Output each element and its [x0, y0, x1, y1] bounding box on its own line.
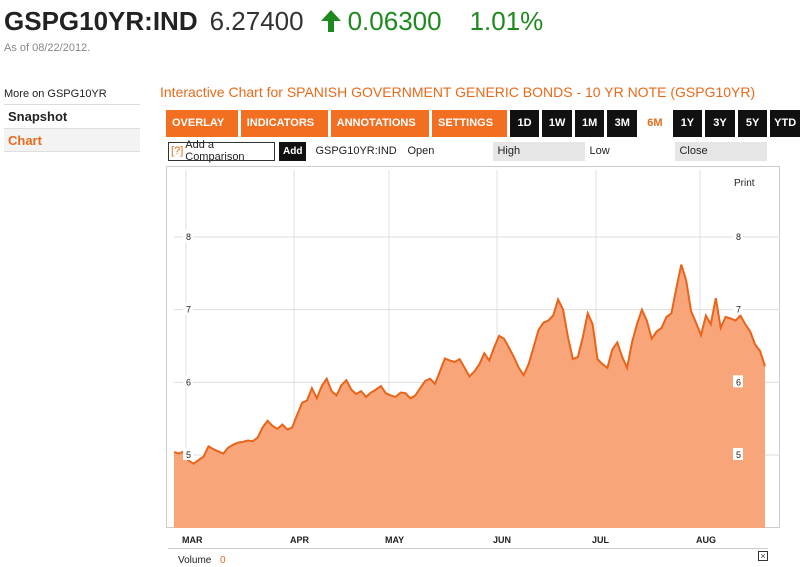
y-tick-label-right: 6: [736, 377, 741, 387]
y-tick-label-right: 5: [736, 450, 741, 460]
x-tick-label: JUN: [493, 535, 511, 545]
close-icon[interactable]: ×: [758, 551, 768, 561]
x-tick-label: MAY: [385, 535, 404, 545]
volume-label: Volume: [178, 555, 212, 566]
x-tick-label: JUL: [592, 535, 610, 545]
y-tick-label-right: 8: [736, 232, 741, 242]
x-tick-label: MAR: [182, 535, 203, 545]
y-tick-label-left: 8: [186, 232, 191, 242]
y-tick-label-left: 7: [186, 305, 191, 315]
print-link[interactable]: Print: [734, 178, 755, 189]
x-tick-label: AUG: [696, 535, 716, 545]
volume-panel: [168, 548, 768, 566]
y-tick-label-right: 7: [736, 305, 741, 315]
price-chart: MARAPRMAYJUNJULAUG5566778855667788: [173, 170, 780, 545]
x-tick-label: APR: [290, 535, 310, 545]
volume-value: 0: [220, 555, 226, 566]
y-tick-label-left: 5: [186, 450, 191, 460]
series-area: [174, 264, 765, 528]
y-tick-label-left: 6: [186, 377, 191, 387]
